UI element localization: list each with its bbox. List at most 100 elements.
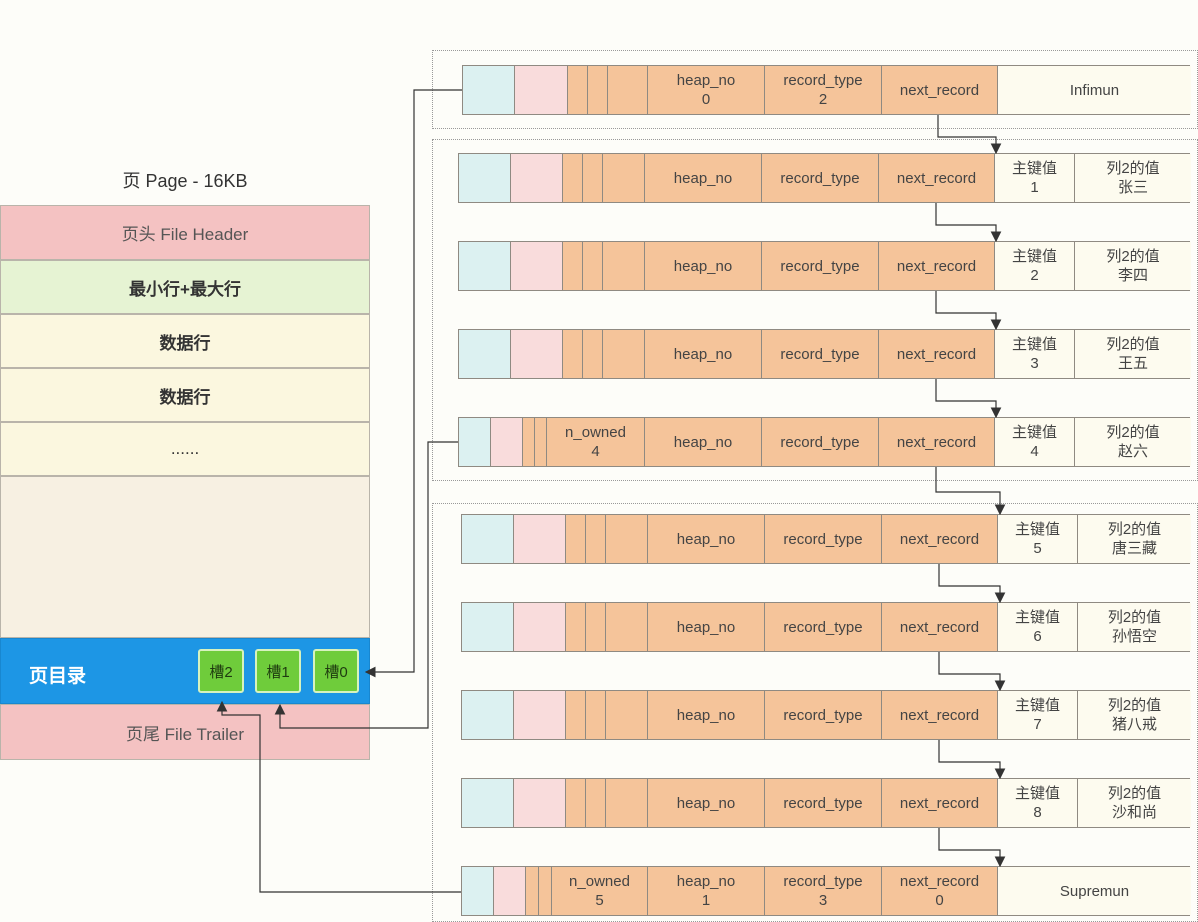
heap-no-field: heap_no <box>645 330 762 378</box>
field-cyan <box>462 603 514 651</box>
file-header: 页头 File Header <box>0 205 370 260</box>
infimum-record: heap_no 0 record_type 2 next_record Infimu… <box>462 65 1191 115</box>
field-bit <box>606 515 648 563</box>
field-bit <box>535 418 547 466</box>
field-cyan <box>459 330 511 378</box>
heap-no-field: heap_no <box>648 779 765 827</box>
next-record-field: next_record <box>879 154 995 202</box>
more-records-ellipsis: ...... <box>0 422 370 476</box>
field-pink <box>494 867 526 915</box>
field-pink <box>511 154 563 202</box>
heap-no-field: heap_no <box>648 691 765 739</box>
field-bit <box>606 603 648 651</box>
field-cyan <box>462 867 494 915</box>
supremum-label: Supremun <box>998 867 1191 915</box>
col2-field: 列2的值 李四 <box>1075 242 1191 290</box>
heap-no-field: heap_no 1 <box>648 867 765 915</box>
heap-no-field: heap_no <box>648 603 765 651</box>
field-pink <box>511 330 563 378</box>
record-type-field: record_type 3 <box>765 867 882 915</box>
heap-no-field: heap_no <box>645 418 762 466</box>
record-row: heap_no record_type next_record 主键值 5 列2的… <box>461 514 1191 564</box>
col2-field: 列2的值 唐三藏 <box>1078 515 1191 563</box>
page-directory-label: 页目录 <box>29 666 87 687</box>
field-cyan <box>459 418 491 466</box>
field-pink <box>514 603 566 651</box>
heap-no-field: heap_no <box>645 242 762 290</box>
field-bit <box>586 779 606 827</box>
field-bit <box>586 691 606 739</box>
next-record-field: next_record <box>882 66 998 114</box>
field-pink <box>491 418 523 466</box>
pk-field: 主键值 6 <box>998 603 1078 651</box>
field-bit <box>563 330 583 378</box>
field-bit <box>568 66 588 114</box>
field-bit <box>588 66 608 114</box>
col2-field: 列2的值 张三 <box>1075 154 1191 202</box>
field-bit <box>566 691 586 739</box>
col2-field: 列2的值 王五 <box>1075 330 1191 378</box>
field-bit <box>603 242 645 290</box>
field-pink <box>514 779 566 827</box>
next-record-field: next_record <box>882 603 998 651</box>
record-type-field: record_type <box>765 691 882 739</box>
field-bit <box>606 779 648 827</box>
next-record-field: next_record <box>879 242 995 290</box>
record-row: heap_no record_type next_record 主键值 8 列2的… <box>461 778 1191 828</box>
record-type-field: record_type <box>762 330 879 378</box>
pk-field: 主键值 1 <box>995 154 1075 202</box>
supremum-record: n_owned 5 heap_no 1 record_type 3 next_reco… <box>461 866 1191 916</box>
next-record-field: next_record <box>882 779 998 827</box>
record-type-field: record_type <box>762 418 879 466</box>
field-bit <box>586 603 606 651</box>
pk-field: 主键值 4 <box>995 418 1075 466</box>
pk-field: 主键值 7 <box>998 691 1078 739</box>
field-pink <box>514 691 566 739</box>
field-cyan <box>459 154 511 202</box>
n-owned-field: n_owned 4 <box>547 418 645 466</box>
field-bit <box>563 242 583 290</box>
heap-no-field: heap_no 0 <box>648 66 765 114</box>
next-record-field: next_record <box>879 418 995 466</box>
field-cyan <box>462 691 514 739</box>
infimum-supremum-section: 最小行+最大行 <box>0 260 370 314</box>
field-pink <box>511 242 563 290</box>
heap-no-field: heap_no <box>645 154 762 202</box>
col2-field: 列2的值 沙和尚 <box>1078 779 1191 827</box>
field-bit <box>526 867 539 915</box>
field-bit <box>586 515 606 563</box>
record-row-owner: n_owned 4 heap_no record_type next_record… <box>458 417 1191 467</box>
record-row: heap_no record_type next_record 主键值 7 列2的… <box>461 690 1191 740</box>
slot-2: 槽2 <box>198 649 244 693</box>
field-cyan <box>462 779 514 827</box>
pk-field: 主键值 2 <box>995 242 1075 290</box>
record-row: heap_no record_type next_record 主键值 2 列2的… <box>458 241 1191 291</box>
user-records-row-1: 数据行 <box>0 314 370 368</box>
field-bit <box>539 867 552 915</box>
page-directory: 页目录 槽2 槽1 槽0 <box>0 638 370 704</box>
page-title: 页 Page - 16KB <box>122 171 248 191</box>
n-owned-field: n_owned 5 <box>552 867 648 915</box>
heap-no-field: heap_no <box>648 515 765 563</box>
field-pink <box>515 66 568 114</box>
field-bit <box>583 330 603 378</box>
record-type-field: record_type <box>762 242 879 290</box>
next-record-field: next_record <box>879 330 995 378</box>
pk-field: 主键值 3 <box>995 330 1075 378</box>
field-pink <box>514 515 566 563</box>
col2-field: 列2的值 孙悟空 <box>1078 603 1191 651</box>
pk-field: 主键值 5 <box>998 515 1078 563</box>
field-bit <box>606 691 648 739</box>
field-bit <box>603 330 645 378</box>
col2-field: 列2的值 猪八戒 <box>1078 691 1191 739</box>
field-bit <box>603 154 645 202</box>
field-bit <box>566 515 586 563</box>
user-records-row-2: 数据行 <box>0 368 370 422</box>
field-bit <box>583 154 603 202</box>
next-record-field: next_record <box>882 691 998 739</box>
slot-1: 槽1 <box>255 649 301 693</box>
field-bit <box>608 66 648 114</box>
record-type-field: record_type <box>765 515 882 563</box>
slot-0: 槽0 <box>313 649 359 693</box>
field-bit <box>566 779 586 827</box>
